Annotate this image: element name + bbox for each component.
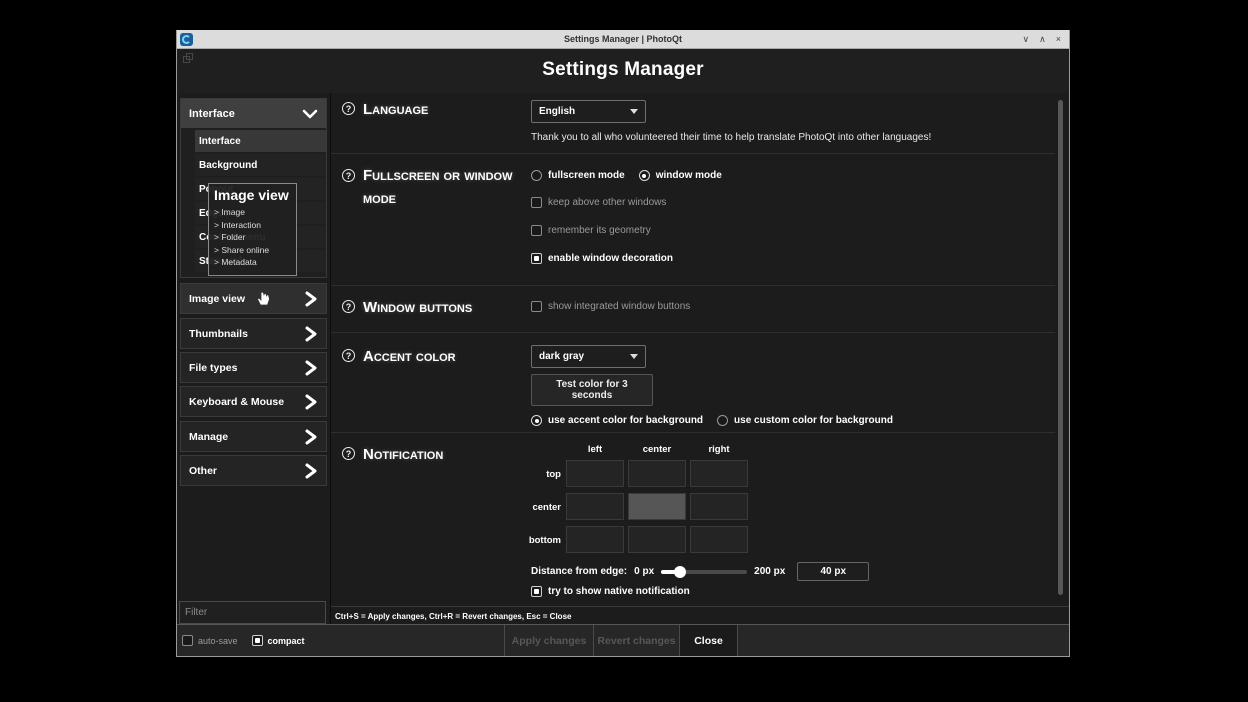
close-button[interactable]: Close [679, 625, 738, 656]
notification-position-top-center[interactable] [628, 460, 686, 487]
image-view-tooltip: Image view > Image > Interaction > Folde… [208, 183, 297, 276]
close-icon[interactable]: × [1056, 30, 1061, 49]
language-note: Thank you to all who volunteered their t… [531, 132, 1055, 143]
window-decoration-checkbox[interactable] [531, 253, 542, 264]
native-notification-checkbox[interactable] [531, 586, 542, 597]
filter-box [179, 601, 326, 624]
tooltip-title: Image view [214, 187, 291, 203]
notification-position-bottom-center[interactable] [628, 526, 686, 553]
dropdown-arrow-icon [630, 354, 638, 359]
sidebar-item-other[interactable]: Other [180, 455, 327, 486]
notification-row-label-top: top [515, 469, 561, 480]
compact-checkbox[interactable] [252, 635, 263, 646]
section-title-accent-color: Accent color [363, 345, 528, 368]
help-icon[interactable]: ? [342, 300, 355, 313]
chevron-down-icon [302, 108, 318, 120]
chevron-right-icon [304, 463, 318, 479]
section-fullscreen-mode: ? Fullscreen or window mode fullscreen m… [331, 153, 1055, 285]
maximize-icon[interactable]: ∧ [1039, 30, 1046, 49]
sidebar-item-thumbnails[interactable]: Thumbnails [180, 318, 327, 349]
help-icon[interactable]: ? [342, 102, 355, 115]
chevron-right-icon [304, 291, 318, 307]
notification-grid-column-headers: left center right [566, 444, 748, 455]
tooltip-item: > Folder [214, 231, 291, 244]
help-icon[interactable]: ? [342, 447, 355, 460]
section-title-fullscreen: Fullscreen or window mode [363, 164, 528, 211]
distance-value-box[interactable]: 40 px [797, 562, 869, 581]
revert-changes-button[interactable]: Revert changes [593, 625, 679, 656]
native-notification-row: try to show native notification [531, 586, 690, 597]
chevron-right-icon [304, 394, 318, 410]
tooltip-item: > Metadata [214, 256, 291, 269]
section-title-window-buttons: Window buttons [363, 296, 528, 319]
section-accent-color: ? Accent color dark gray Test color for … [331, 332, 1055, 432]
header: Settings Manager [177, 49, 1069, 93]
autosave-option: auto-save [182, 635, 238, 646]
minimize-icon[interactable]: ∨ [1023, 30, 1030, 49]
notification-position-bottom-right[interactable] [690, 526, 748, 553]
sidebar-item-interface[interactable]: Interface [181, 99, 326, 128]
titlebar: Settings Manager | PhotoQt ∨ ∧ × [177, 30, 1069, 49]
notification-position-center-center[interactable] [628, 493, 686, 520]
accent-color-dropdown[interactable]: dark gray [531, 345, 646, 368]
sidebar: Interface Interface Background Popout Ed… [177, 93, 331, 624]
accent-background-radio[interactable] [531, 415, 542, 426]
section-title-language: Language [363, 98, 528, 121]
chevron-right-icon [304, 326, 318, 342]
test-color-button[interactable]: Test color for 3 seconds [531, 374, 653, 406]
tooltip-item: > Interaction [214, 219, 291, 232]
sidebar-item-manage[interactable]: Manage [180, 421, 327, 452]
mouse-cursor-icon [257, 291, 272, 314]
content-scrollbar[interactable] [1058, 100, 1063, 595]
filter-input[interactable] [180, 602, 325, 623]
help-icon[interactable]: ? [342, 169, 355, 182]
settings-manager-window: Settings Manager | PhotoQt ∨ ∧ × Setting… [176, 30, 1070, 657]
help-icon[interactable]: ? [342, 349, 355, 362]
notification-position-bottom-left[interactable] [566, 526, 624, 553]
notification-position-center-left[interactable] [566, 493, 624, 520]
tooltip-item: > Share online [214, 244, 291, 257]
sidebar-subitem-interface[interactable]: Interface [195, 130, 326, 152]
page-title: Settings Manager [177, 49, 1069, 81]
dropdown-arrow-icon [630, 109, 638, 114]
autosave-checkbox[interactable] [182, 635, 193, 646]
notification-position-top-right[interactable] [690, 460, 748, 487]
section-language: ? Language English Thank you to all who … [331, 93, 1055, 153]
notification-position-center-right[interactable] [690, 493, 748, 520]
distance-from-edge-row: Distance from edge: 0 px 200 px 40 px [531, 562, 869, 581]
notification-row-label-bottom: bottom [515, 535, 561, 546]
slider-handle[interactable] [674, 566, 686, 578]
apply-changes-button[interactable]: Apply changes [504, 625, 593, 656]
keep-above-checkbox[interactable] [531, 197, 542, 208]
chevron-right-icon [304, 360, 318, 376]
language-dropdown[interactable]: English [531, 100, 646, 123]
window-title: Settings Manager | PhotoQt [177, 34, 1069, 44]
section-title-notification: Notification [363, 443, 528, 466]
popout-icon[interactable] [183, 53, 193, 63]
shortcut-hints: Ctrl+S = Apply changes, Ctrl+R = Revert … [331, 606, 1069, 624]
sidebar-item-file-types[interactable]: File types [180, 352, 327, 383]
fullscreen-mode-radio[interactable] [531, 170, 542, 181]
compact-option: compact [252, 635, 305, 646]
bottom-bar: auto-save compact Apply changes Revert c… [177, 624, 1069, 656]
integrated-window-buttons-checkbox[interactable] [531, 301, 542, 312]
distance-slider[interactable] [661, 566, 747, 578]
window-mode-radio[interactable] [639, 170, 650, 181]
notification-row-label-center: center [515, 502, 561, 513]
sidebar-subitem-background[interactable]: Background [195, 154, 326, 176]
tooltip-item: > Image [214, 206, 291, 219]
sidebar-item-image-view[interactable]: Image view [180, 283, 327, 314]
chevron-right-icon [304, 429, 318, 445]
notification-position-top-left[interactable] [566, 460, 624, 487]
remember-geometry-checkbox[interactable] [531, 225, 542, 236]
sidebar-item-keyboard-mouse[interactable]: Keyboard & Mouse [180, 386, 327, 417]
custom-background-radio[interactable] [717, 415, 728, 426]
settings-content: ? Language English Thank you to all who … [331, 93, 1069, 624]
section-window-buttons: ? Window buttons show integrated window … [331, 285, 1055, 332]
